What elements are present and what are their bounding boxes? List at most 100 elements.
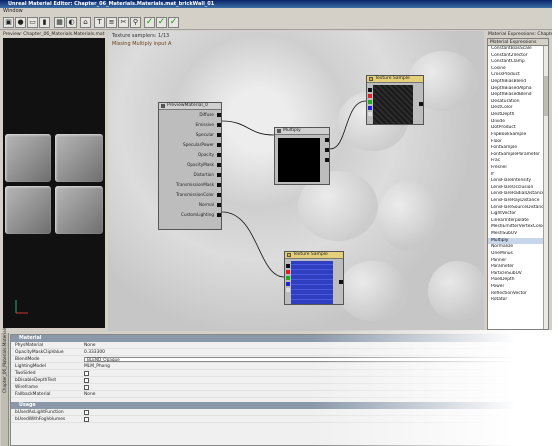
preview-viewport[interactable]	[3, 38, 105, 328]
blend-mode-select[interactable]: BLEND_Opaque	[84, 357, 544, 362]
input-normal[interactable]: Normal	[161, 202, 221, 207]
prop-value[interactable]: None	[84, 342, 95, 349]
expression-item[interactable]: Panner	[488, 258, 548, 265]
multiply-node[interactable]: Multiply	[274, 127, 330, 185]
multiply-input-b-pin[interactable]	[325, 158, 329, 162]
r-output-pin[interactable]	[286, 270, 290, 274]
expression-item[interactable]: Cosine	[488, 66, 548, 73]
node-toggle-icon[interactable]	[277, 129, 281, 133]
usage-section-header[interactable]: Usage	[11, 402, 549, 409]
expression-item[interactable]: LensFlareRayDistance	[488, 198, 548, 205]
expression-item[interactable]: Power	[488, 284, 548, 291]
expression-item[interactable]: Divide	[488, 119, 548, 126]
rgb-output-pin[interactable]	[368, 88, 372, 92]
prop-value[interactable]: 0.333300	[84, 349, 105, 356]
input-custom-lighting[interactable]: CustomLighting	[161, 212, 221, 217]
wireframe-checkbox[interactable]	[84, 385, 89, 390]
expression-item[interactable]: LensFlareRadialDistance	[488, 191, 548, 198]
texture-sample-node-top[interactable]: Texture Sample	[366, 75, 424, 125]
node-toggle-icon[interactable]	[287, 253, 291, 257]
expression-item[interactable]: ParticleSubUV	[488, 271, 548, 278]
expression-item[interactable]: DestColor	[488, 105, 548, 112]
expression-item[interactable]: Rotator	[488, 297, 548, 304]
node-toggle-icon[interactable]	[369, 77, 373, 81]
expression-item[interactable]: ConstantBiasScale	[488, 46, 548, 53]
expression-item[interactable]: LensFlareIntensity	[488, 178, 548, 185]
expression-item[interactable]: MeshEmitterVertexColor	[488, 224, 548, 231]
reference-icon[interactable]: ≡	[106, 17, 117, 28]
use-icon[interactable]	[528, 343, 533, 348]
expression-item[interactable]: OneMinus	[488, 251, 548, 258]
comment-icon[interactable]: T	[94, 17, 105, 28]
expression-item[interactable]: Floor	[488, 139, 548, 146]
properties-side-tab[interactable]: Chapter_06_Materials.Materials	[1, 327, 9, 446]
expression-item[interactable]: Multiply	[488, 237, 548, 245]
material-section-header[interactable]: Material	[11, 335, 549, 342]
expression-item[interactable]: DepthBiasedBlend	[488, 92, 548, 99]
input-opacity[interactable]: Opacity	[161, 152, 221, 157]
cylinder-preview-icon[interactable]: ▮	[39, 17, 50, 28]
home-icon[interactable]: ⌂	[80, 17, 91, 28]
sphere-preview-icon[interactable]: ●	[15, 17, 26, 28]
expression-item[interactable]: FontSampleParameter	[488, 152, 548, 159]
expression-item[interactable]: DestDepth	[488, 112, 548, 119]
texture-sample-node-bottom[interactable]: Texture Sample	[284, 251, 344, 305]
g-output-pin[interactable]	[286, 276, 290, 280]
material-expressions-list[interactable]: Material Expressions ConstantBiasScale Co…	[487, 38, 549, 330]
expression-item[interactable]: DotProduct	[488, 125, 548, 132]
expression-item[interactable]: DepthBiasBlend	[488, 79, 548, 86]
apply-all-check-icon[interactable]: ✓	[156, 17, 167, 28]
cube-preview-icon[interactable]: ▣	[3, 17, 14, 28]
two-sided-checkbox[interactable]	[84, 371, 89, 376]
a-output-pin[interactable]	[286, 288, 290, 292]
input-emissive[interactable]: Emissive	[161, 122, 221, 127]
expression-item[interactable]: ReflectionVector	[488, 291, 548, 298]
node-toggle-icon[interactable]	[161, 104, 165, 108]
menu-window[interactable]: Window	[3, 8, 23, 14]
input-transmission-mask[interactable]: TransmissionMask	[161, 182, 221, 187]
used-as-light-function-checkbox[interactable]	[84, 410, 89, 415]
expression-item[interactable]: Parameter	[488, 264, 548, 271]
b-output-pin[interactable]	[368, 106, 372, 110]
expression-item[interactable]: MeshSubUV	[488, 231, 548, 238]
browse-icon[interactable]	[535, 343, 540, 348]
scrollbar-thumb[interactable]	[544, 76, 548, 116]
expression-item[interactable]: FlipBookSample	[488, 132, 548, 139]
uv-input-pin[interactable]	[419, 102, 423, 106]
r-output-pin[interactable]	[368, 94, 372, 98]
rgb-output-pin[interactable]	[286, 264, 290, 268]
input-specular-power[interactable]: SpecularPower	[161, 142, 221, 147]
search-icon[interactable]: ⚲	[130, 17, 141, 28]
expression-item[interactable]: LensFlareSourceDistance	[488, 205, 548, 212]
clear-icon[interactable]	[542, 343, 547, 348]
input-specular[interactable]: Specular	[161, 132, 221, 137]
expression-item[interactable]: LightVector	[488, 211, 548, 218]
multiply-input-a-pin[interactable]	[325, 148, 329, 152]
material-graph-canvas[interactable]: Texture samplers: 1/13 Missing Multiply …	[108, 31, 484, 331]
expression-item[interactable]: DepthBiasedAlpha	[488, 86, 548, 93]
expression-item[interactable]: Constant2Vector	[488, 53, 548, 60]
confirm-check-icon[interactable]: ✓	[168, 17, 179, 28]
multiply-output-pin[interactable]	[325, 138, 329, 142]
expression-item[interactable]: CrossProduct	[488, 72, 548, 79]
input-distortion[interactable]: Distortion	[161, 172, 221, 177]
expression-item[interactable]: LensFlareOcclusion	[488, 185, 548, 192]
grid-toggle-icon[interactable]: ▦	[54, 17, 65, 28]
g-output-pin[interactable]	[368, 100, 372, 104]
expressions-scrollbar[interactable]	[543, 46, 548, 329]
expression-item[interactable]: If	[488, 172, 548, 179]
expression-item[interactable]: Fresnel	[488, 165, 548, 172]
expression-item[interactable]: Normalize	[488, 244, 548, 251]
uv-input-pin[interactable]	[339, 280, 343, 284]
lighting-model-select[interactable]: MLM_Phong	[84, 363, 110, 370]
expression-item[interactable]: ConstantClamp	[488, 59, 548, 66]
material-result-node[interactable]: PreviewMaterial_0 Diffuse Emissive Specu…	[158, 102, 222, 230]
realtime-toggle-icon[interactable]: ◐	[66, 17, 77, 28]
input-transmission-color[interactable]: TransmissionColor	[161, 192, 221, 197]
plane-preview-icon[interactable]: ▭	[27, 17, 38, 28]
b-output-pin[interactable]	[286, 282, 290, 286]
prop-value[interactable]: None	[84, 391, 95, 398]
expression-item[interactable]: Desaturation	[488, 99, 548, 106]
input-diffuse[interactable]: Diffuse	[161, 112, 221, 117]
apply-check-icon[interactable]: ✓	[144, 17, 155, 28]
